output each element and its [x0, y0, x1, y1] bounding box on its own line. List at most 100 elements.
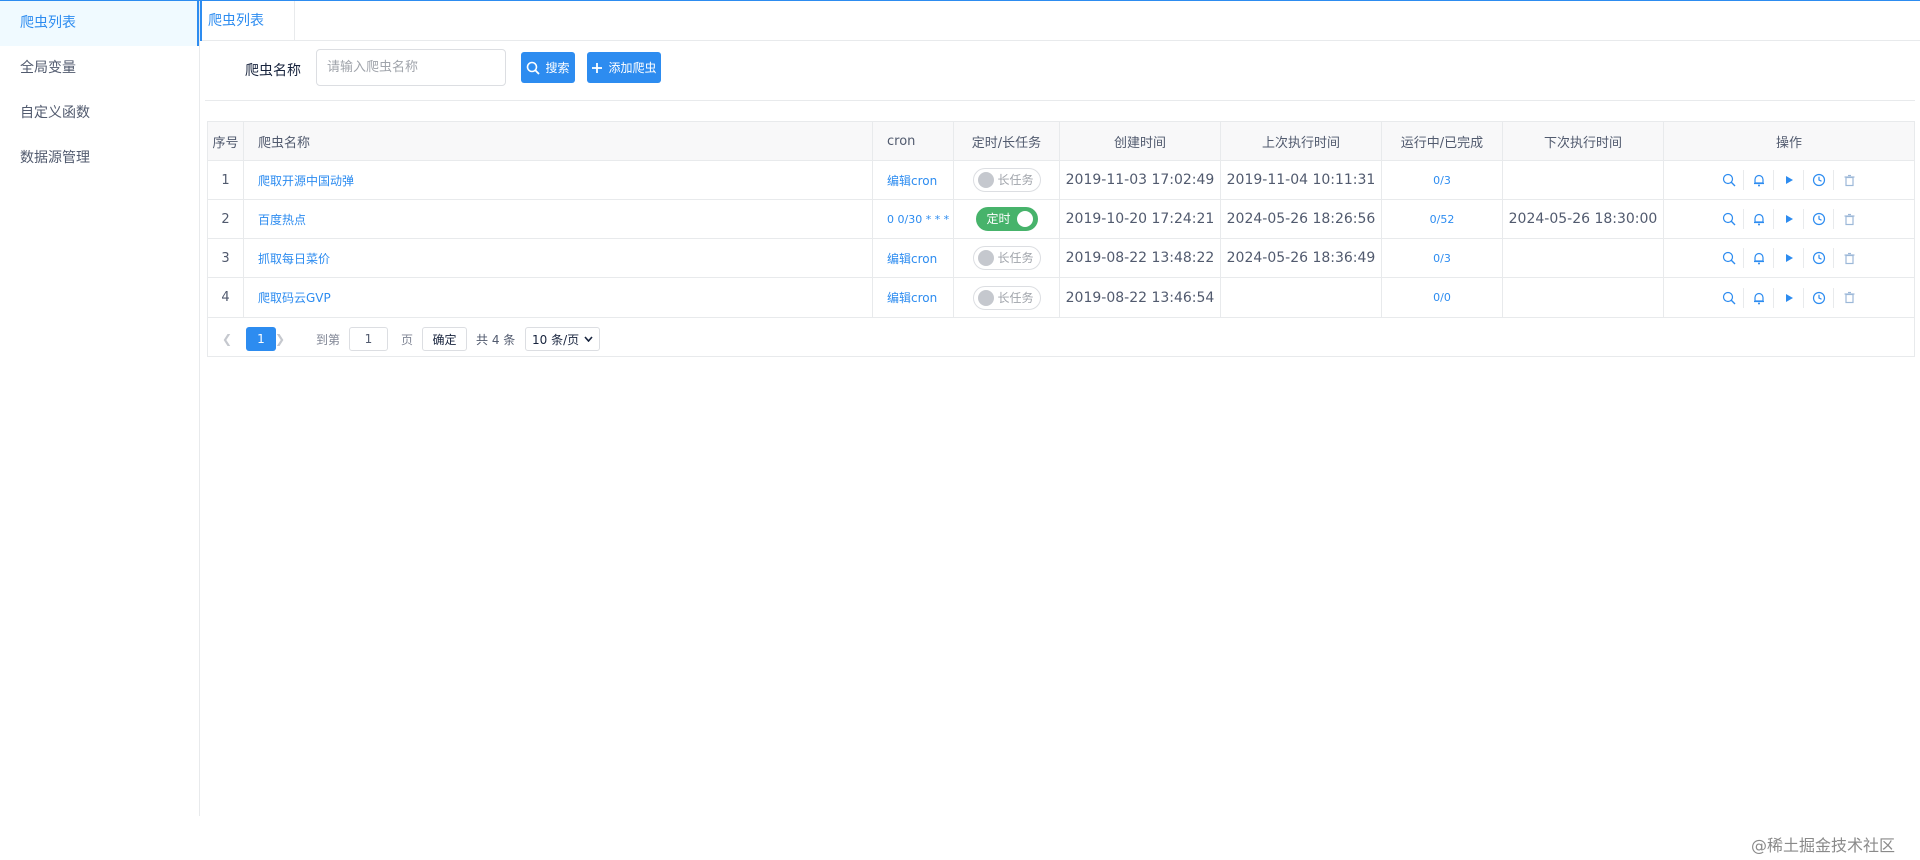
table-row: 3 抓取每日菜价 编辑cron 长任务 2019-08-22 13:48:22 …: [208, 239, 1914, 278]
trash-icon[interactable]: [1834, 170, 1864, 190]
mode-switch[interactable]: 长任务: [972, 246, 1041, 270]
sidebar-item-spider-list[interactable]: 爬虫列表: [0, 1, 199, 46]
switch-label: 长任务: [997, 251, 1034, 265]
tab-bar: 爬虫列表: [200, 1, 1920, 41]
cron-expression-link[interactable]: 0 0/30 * * * ?: [887, 213, 953, 226]
page-unit-label: 页: [401, 332, 414, 347]
switch-knob: [977, 289, 994, 306]
header-name: 爬虫名称: [244, 122, 873, 160]
sidebar-item-datasource[interactable]: 数据源管理: [0, 136, 199, 181]
goto-page-input[interactable]: 1: [349, 327, 388, 351]
switch-knob: [977, 172, 994, 188]
clock-icon[interactable]: [1804, 248, 1834, 268]
spider-name-input[interactable]: [316, 49, 506, 86]
tab-spider-list[interactable]: 爬虫列表: [200, 1, 295, 41]
mode-switch[interactable]: 长任务: [972, 285, 1041, 310]
bell-icon[interactable]: [1744, 170, 1774, 190]
progress-link[interactable]: 0/52: [1430, 213, 1455, 226]
row-actions: [1714, 170, 1864, 190]
spider-name-link[interactable]: 爬取码云GVP: [258, 289, 331, 306]
mode-switch[interactable]: 定时: [975, 207, 1038, 231]
progress-link[interactable]: 0/3: [1433, 174, 1451, 187]
progress-link[interactable]: 0/3: [1433, 252, 1451, 265]
header-cron: cron: [873, 122, 954, 160]
switch-label: 长任务: [997, 173, 1034, 187]
goto-confirm-button[interactable]: 确定: [422, 327, 467, 351]
switch-knob: [1016, 211, 1033, 227]
last-run-time: 2024-05-26 18:36:49: [1226, 250, 1376, 266]
search-button[interactable]: 搜索: [521, 52, 575, 83]
play-icon[interactable]: [1774, 248, 1804, 268]
sidebar-item-global-variables[interactable]: 全局变量: [0, 46, 199, 91]
switch-label: 定时: [986, 212, 1011, 226]
header-mode: 定时/长任务: [954, 122, 1060, 160]
table-row: 2 百度热点 0 0/30 * * * ? 定时 2019-10-20 17:2…: [208, 200, 1914, 239]
row-index: 2: [221, 211, 230, 227]
spider-table: 序号 爬虫名称 cron 定时/长任务 创建时间 上次执行时间 运行中/已完成 …: [207, 121, 1915, 357]
row-index: 4: [221, 290, 230, 305]
search-button-label: 搜索: [545, 61, 570, 75]
bell-icon[interactable]: [1744, 248, 1774, 268]
search-bar: 爬虫名称 搜索 添加爬虫: [205, 41, 1915, 101]
clock-icon[interactable]: [1804, 209, 1834, 229]
page-size-select[interactable]: 10 条/页: [525, 327, 600, 351]
edit-cron-link[interactable]: 编辑cron: [887, 172, 937, 189]
header-last-run: 上次执行时间: [1221, 122, 1382, 160]
plus-icon: [592, 62, 603, 73]
page-size-value: 10 条/页: [532, 332, 580, 347]
search-icon[interactable]: [1714, 287, 1744, 308]
prev-page-icon[interactable]: ❮: [215, 327, 239, 351]
table-row: 4 爬取码云GVP 编辑cron 长任务 2019-08-22 13:46:54…: [208, 278, 1914, 318]
search-icon[interactable]: [1714, 209, 1744, 229]
row-actions: [1714, 287, 1864, 308]
trash-icon[interactable]: [1834, 209, 1864, 229]
pagination: ❮ 1 ❯ 到第 1 页 确定 共 4 条 10 条/页: [208, 318, 1914, 357]
trash-icon[interactable]: [1834, 248, 1864, 268]
created-time: 2019-11-03 17:02:49: [1065, 172, 1215, 188]
sidebar-item-custom-functions[interactable]: 自定义函数: [0, 91, 199, 136]
progress-link[interactable]: 0/0: [1433, 291, 1451, 304]
trash-icon[interactable]: [1834, 288, 1864, 308]
switch-knob: [977, 250, 994, 266]
header-progress: 运行中/已完成: [1382, 122, 1503, 160]
watermark: @稀土掘金技术社区: [1751, 836, 1896, 855]
spider-name-link[interactable]: 爬取开源中国动弹: [258, 172, 354, 189]
row-actions: [1714, 248, 1864, 268]
goto-label: 到第: [316, 332, 341, 347]
sidebar: 爬虫列表 全局变量 自定义函数 数据源管理: [0, 1, 200, 816]
add-spider-button[interactable]: 添加爬虫: [587, 52, 661, 83]
next-page-icon[interactable]: ❯: [268, 327, 292, 351]
spider-name-link[interactable]: 抓取每日菜价: [258, 250, 330, 267]
last-run-time: 2019-11-04 10:11:31: [1226, 172, 1376, 188]
search-icon: [527, 61, 541, 75]
play-icon[interactable]: [1774, 209, 1804, 229]
switch-label: 长任务: [997, 290, 1034, 305]
header-next-run: 下次执行时间: [1503, 122, 1664, 160]
created-time: 2019-08-22 13:48:22: [1065, 250, 1215, 266]
play-icon[interactable]: [1774, 287, 1804, 308]
edit-cron-link[interactable]: 编辑cron: [887, 250, 937, 267]
header-actions: 操作: [1775, 135, 1802, 151]
row-index: 1: [221, 172, 230, 188]
search-icon[interactable]: [1714, 170, 1744, 190]
search-icon[interactable]: [1714, 248, 1744, 268]
header-index: 序号: [208, 122, 244, 160]
table-header: 序号 爬虫名称 cron 定时/长任务 创建时间 上次执行时间 运行中/已完成 …: [208, 122, 1914, 161]
main-content: 爬虫列表 爬虫名称 搜索 添加爬虫 序号 爬虫名称 cron 定时/长任务 创建…: [200, 1, 1920, 860]
play-icon[interactable]: [1774, 170, 1804, 190]
last-run-time: 2024-05-26 18:26:56: [1226, 211, 1376, 227]
edit-cron-link[interactable]: 编辑cron: [887, 289, 937, 306]
spider-name-link[interactable]: 百度热点: [258, 211, 306, 228]
chevron-down-icon: [584, 336, 593, 342]
clock-icon[interactable]: [1804, 170, 1834, 190]
bell-icon[interactable]: [1744, 287, 1774, 308]
bell-icon[interactable]: [1744, 209, 1774, 229]
spider-name-label: 爬虫名称: [245, 63, 301, 79]
mode-switch[interactable]: 长任务: [972, 168, 1041, 192]
table-row: 1 爬取开源中国动弹 编辑cron 长任务 2019-11-03 17:02:4…: [208, 161, 1914, 200]
add-spider-button-label: 添加爬虫: [608, 61, 657, 75]
row-actions: [1714, 209, 1864, 229]
total-count: 共 4 条: [476, 332, 516, 347]
created-time: 2019-08-22 13:46:54: [1065, 289, 1215, 306]
clock-icon[interactable]: [1804, 287, 1834, 308]
